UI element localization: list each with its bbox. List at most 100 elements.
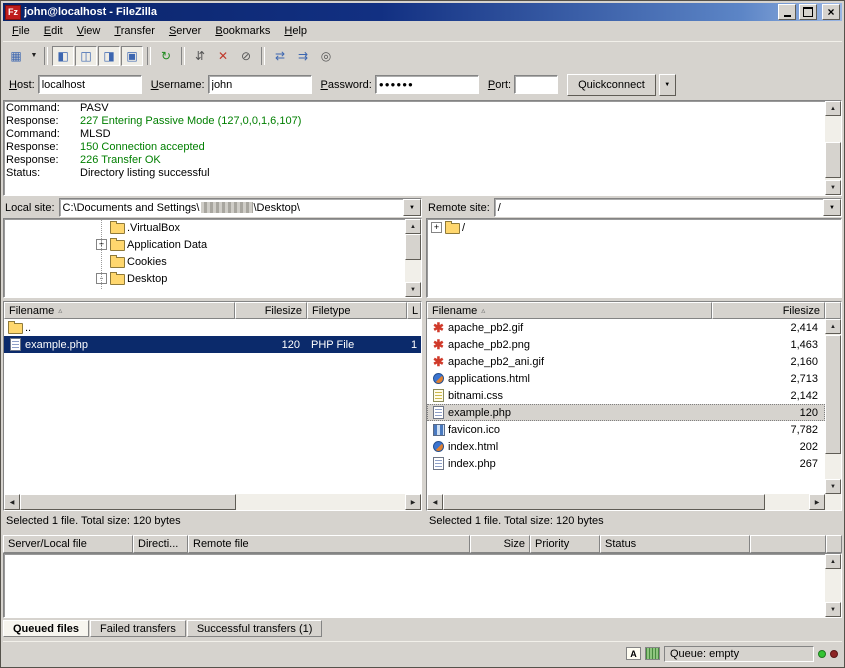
file-row[interactable]: ✱apache_pb2.png1,463: [427, 336, 825, 353]
file-row[interactable]: ✱apache_pb2.gif2,414: [427, 319, 825, 336]
site-manager-button[interactable]: ▦: [5, 46, 27, 66]
remote-tree: +/: [426, 218, 842, 298]
menu-item-bookmarks[interactable]: Bookmarks: [208, 23, 277, 39]
tab-queued-files[interactable]: Queued files: [3, 620, 89, 637]
expander-icon[interactable]: +: [431, 222, 442, 233]
cancel-operation-button[interactable]: ✕: [212, 46, 234, 66]
file-row[interactable]: applications.html2,713: [427, 370, 825, 387]
scroll-right-icon[interactable]: ▶: [809, 494, 825, 510]
file-row-parent-dir[interactable]: ..: [4, 319, 421, 336]
speed-limits-icon[interactable]: [645, 647, 660, 660]
local-horizontal-scrollbar[interactable]: ◀ ▶: [4, 494, 421, 510]
icon-file-icon: [433, 424, 445, 436]
maximize-button[interactable]: [799, 4, 817, 20]
menu-item-help[interactable]: Help: [277, 23, 314, 39]
column-header-priority[interactable]: Priority: [530, 535, 600, 553]
file-row-example-php[interactable]: example.php 120 PHP File 1: [4, 336, 421, 353]
title-bar[interactable]: Fz john@localhost - FileZilla ×: [3, 3, 842, 21]
column-header-filename[interactable]: Filename▵: [427, 302, 712, 319]
log-line: Response:227 Entering Passive Mode (127,…: [6, 115, 822, 128]
refresh-button[interactable]: ↻: [155, 46, 177, 66]
close-button[interactable]: ×: [822, 4, 840, 20]
data-type-icon[interactable]: A: [626, 647, 641, 660]
site-manager-dropdown-button[interactable]: ▼: [28, 46, 40, 66]
scrollbar-thumb[interactable]: [825, 335, 841, 454]
password-input[interactable]: [375, 75, 479, 94]
tree-item-cookies[interactable]: Cookies: [4, 253, 405, 270]
local-site-dropdown-button[interactable]: ▼: [403, 199, 421, 216]
local-tree-scrollbar[interactable]: ▲ ▼: [405, 219, 421, 297]
column-header-status[interactable]: Status: [600, 535, 750, 553]
tree-item-desktop[interactable]: -Desktop: [4, 270, 405, 287]
queue-scrollbar[interactable]: ▲ ▼: [825, 554, 841, 617]
file-row[interactable]: index.html202: [427, 438, 825, 455]
column-header-filesize[interactable]: Filesize: [712, 302, 825, 319]
toggle-local-tree-button[interactable]: ◫: [75, 46, 97, 66]
column-header-lastmodified[interactable]: L: [407, 302, 421, 319]
column-header-server-local-file[interactable]: Server/Local file: [3, 535, 133, 553]
toggle-message-log-button[interactable]: ◧: [52, 46, 74, 66]
image-file-icon: ✱: [433, 338, 444, 351]
scrollbar-thumb[interactable]: [443, 494, 765, 510]
scroll-right-icon[interactable]: ▶: [405, 494, 421, 510]
scroll-down-icon[interactable]: ▼: [825, 479, 841, 494]
folder-icon: [8, 323, 23, 334]
log-scrollbar[interactable]: ▲ ▼: [825, 101, 841, 195]
menu-item-file[interactable]: File: [5, 23, 37, 39]
scroll-down-icon[interactable]: ▼: [825, 602, 841, 617]
username-input[interactable]: [208, 75, 312, 94]
tree-item-application-data[interactable]: +Application Data: [4, 236, 405, 253]
port-input[interactable]: [514, 75, 558, 94]
tree-item-virtualbox[interactable]: .VirtualBox: [4, 219, 405, 236]
scroll-left-icon[interactable]: ◀: [427, 494, 443, 510]
file-row[interactable]: ✱apache_pb2_ani.gif2,160: [427, 353, 825, 370]
column-header-remote-file[interactable]: Remote file: [188, 535, 470, 553]
file-row[interactable]: index.php267: [427, 455, 825, 472]
host-input[interactable]: [38, 75, 142, 94]
toggle-queue-button[interactable]: ▣: [121, 46, 143, 66]
scroll-up-icon[interactable]: ▲: [405, 219, 421, 234]
remote-site-dropdown-button[interactable]: ▼: [823, 199, 841, 216]
scrollbar-thumb[interactable]: [825, 142, 841, 178]
image-file-icon: ✱: [433, 321, 444, 334]
file-row-example-php[interactable]: example.php120: [427, 404, 825, 421]
disconnect-button[interactable]: ⊘: [235, 46, 257, 66]
folder-icon: [110, 274, 125, 285]
directory-comparison-button[interactable]: ⇄: [269, 46, 291, 66]
remote-horizontal-scrollbar[interactable]: ◀ ▶: [427, 494, 841, 510]
remote-list-scrollbar[interactable]: ▲ ▼: [825, 319, 841, 494]
column-header-direction[interactable]: Directi...: [133, 535, 188, 553]
scrollbar-thumb[interactable]: [405, 234, 421, 261]
find-files-button[interactable]: ◎: [315, 46, 337, 66]
tab-successful-transfers[interactable]: Successful transfers (1): [187, 620, 323, 637]
scrollbar-thumb[interactable]: [20, 494, 236, 510]
menu-item-edit[interactable]: Edit: [37, 23, 70, 39]
quickconnect-dropdown-button[interactable]: ▼: [659, 74, 676, 96]
menu-bar: File Edit View Transfer Server Bookmarks…: [3, 21, 842, 41]
menu-item-server[interactable]: Server: [162, 23, 208, 39]
quickconnect-button[interactable]: Quickconnect: [567, 74, 656, 96]
menu-item-transfer[interactable]: Transfer: [107, 23, 162, 39]
toggle-remote-tree-button[interactable]: ◨: [98, 46, 120, 66]
scroll-down-icon[interactable]: ▼: [825, 180, 841, 195]
sort-ascending-icon: ▵: [58, 306, 62, 315]
scroll-down-icon[interactable]: ▼: [405, 282, 421, 297]
column-header-size[interactable]: Size: [470, 535, 530, 553]
scroll-up-icon[interactable]: ▲: [825, 554, 841, 569]
column-header-filesize[interactable]: Filesize: [235, 302, 307, 319]
local-site-combo[interactable]: C:\Documents and Settings\\Desktop\ ▼: [59, 198, 422, 217]
process-queue-button[interactable]: ⇵: [189, 46, 211, 66]
scroll-left-icon[interactable]: ◀: [4, 494, 20, 510]
scroll-up-icon[interactable]: ▲: [825, 319, 841, 334]
menu-item-view[interactable]: View: [70, 23, 108, 39]
file-row[interactable]: bitnami.css2,142: [427, 387, 825, 404]
tree-item-root[interactable]: +/: [427, 219, 841, 236]
column-header-filetype[interactable]: Filetype: [307, 302, 407, 319]
minimize-button[interactable]: [778, 4, 796, 20]
column-header-filename[interactable]: Filename▵: [4, 302, 235, 319]
file-row[interactable]: favicon.ico7,782: [427, 421, 825, 438]
scroll-up-icon[interactable]: ▲: [825, 101, 841, 116]
tab-failed-transfers[interactable]: Failed transfers: [90, 620, 186, 637]
remote-site-combo[interactable]: / ▼: [494, 198, 842, 217]
synchronized-browsing-button[interactable]: ⇉: [292, 46, 314, 66]
